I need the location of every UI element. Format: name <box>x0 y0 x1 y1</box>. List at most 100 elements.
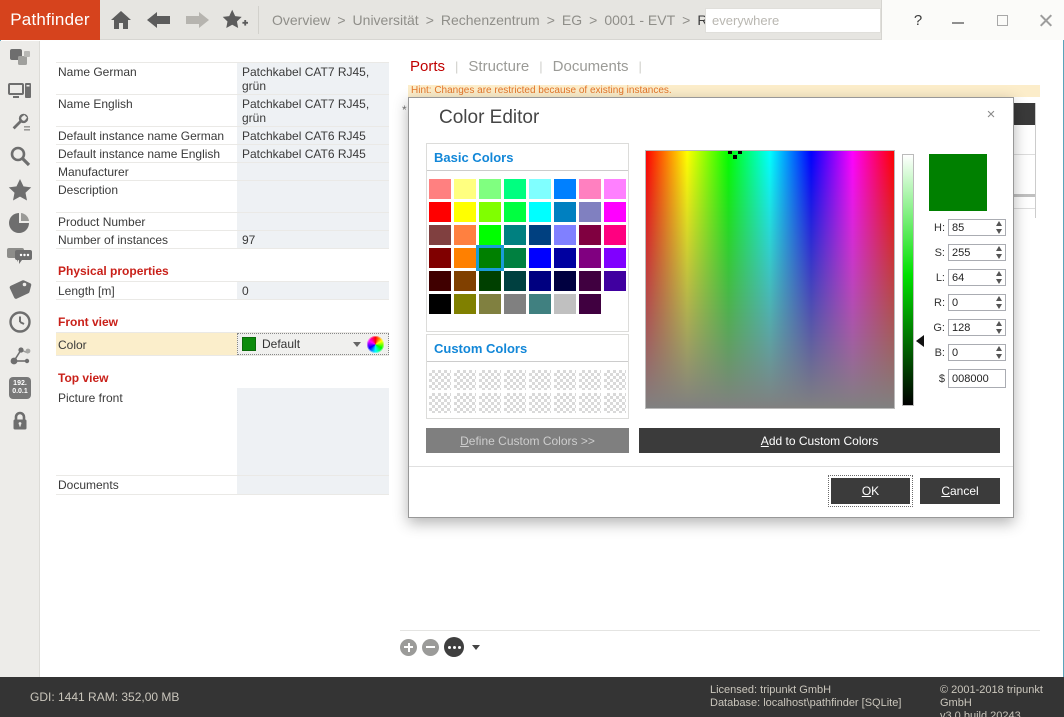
basic-color-swatch[interactable] <box>554 248 576 268</box>
spinner-buttons[interactable] <box>994 321 1004 334</box>
basic-color-swatch[interactable] <box>479 225 501 245</box>
basic-color-swatch[interactable] <box>579 294 601 314</box>
basic-color-swatch[interactable] <box>504 202 526 222</box>
sidebar-item-tools[interactable] <box>0 107 40 140</box>
custom-color-swatch[interactable] <box>604 393 626 413</box>
basic-color-swatch[interactable] <box>429 271 451 291</box>
spinner-buttons[interactable] <box>994 221 1004 234</box>
basic-color-swatch[interactable] <box>504 225 526 245</box>
luminance-marker-icon[interactable] <box>916 335 924 347</box>
sidebar-item-comments[interactable] <box>0 239 40 272</box>
sidebar-item-favorites[interactable] <box>0 173 40 206</box>
basic-color-swatch[interactable] <box>554 179 576 199</box>
hue-saturation-field[interactable] <box>645 150 895 409</box>
spin-up-icon[interactable] <box>996 346 1002 351</box>
basic-color-swatch[interactable] <box>529 179 551 199</box>
basic-color-swatch[interactable] <box>604 271 626 291</box>
custom-color-swatch[interactable] <box>554 370 576 390</box>
tab-documents[interactable]: Documents <box>553 58 629 75</box>
basic-color-swatch[interactable] <box>554 294 576 314</box>
breadcrumb-item[interactable]: Universität <box>353 12 419 28</box>
custom-color-swatch[interactable] <box>504 393 526 413</box>
basic-color-swatch[interactable] <box>604 202 626 222</box>
custom-color-swatch[interactable] <box>529 370 551 390</box>
basic-color-swatch[interactable] <box>454 179 476 199</box>
spin-down-icon[interactable] <box>996 229 1002 234</box>
spin-down-icon[interactable] <box>996 279 1002 284</box>
property-value[interactable] <box>237 163 389 180</box>
custom-color-swatch[interactable] <box>604 370 626 390</box>
property-value[interactable]: 97 <box>237 231 389 248</box>
sidebar-item-search[interactable] <box>0 140 40 173</box>
basic-color-swatch[interactable] <box>479 294 501 314</box>
hex-input[interactable] <box>949 370 1005 387</box>
basic-color-swatch[interactable] <box>454 248 476 268</box>
custom-color-swatch[interactable] <box>479 370 501 390</box>
custom-color-swatch[interactable] <box>454 393 476 413</box>
sidebar-item-ip-addresses[interactable]: 192.0.0.1 <box>0 371 40 404</box>
basic-color-swatch[interactable] <box>604 248 626 268</box>
breadcrumb-item[interactable]: EG <box>562 12 582 28</box>
spin-up-icon[interactable] <box>996 296 1002 301</box>
green-input[interactable] <box>949 320 994 335</box>
sidebar-item-tags[interactable] <box>0 272 40 305</box>
property-value[interactable] <box>237 181 389 212</box>
maximize-button[interactable] <box>984 0 1020 40</box>
basic-color-swatch[interactable] <box>554 202 576 222</box>
spin-down-icon[interactable] <box>996 304 1002 309</box>
help-button[interactable]: ? <box>900 0 936 40</box>
color-picker-crosshair[interactable] <box>728 150 742 159</box>
custom-color-swatch[interactable] <box>579 393 601 413</box>
property-value[interactable] <box>237 213 389 230</box>
basic-color-swatch[interactable] <box>429 225 451 245</box>
close-window-button[interactable] <box>1028 0 1064 40</box>
basic-color-swatch[interactable] <box>554 271 576 291</box>
basic-color-swatch[interactable] <box>529 225 551 245</box>
property-value[interactable]: Patchkabel CAT6 RJ45 <box>237 145 389 162</box>
home-button[interactable] <box>108 8 134 32</box>
documents-value[interactable] <box>237 476 389 494</box>
basic-color-swatch[interactable] <box>579 225 601 245</box>
property-value[interactable]: 0 <box>237 282 389 299</box>
basic-color-swatch[interactable] <box>504 179 526 199</box>
sidebar-item-reports[interactable] <box>0 206 40 239</box>
define-custom-colors-button[interactable]: Define Custom Colors >> <box>426 428 629 453</box>
property-value[interactable]: Patchkabel CAT6 RJ45 <box>237 127 389 144</box>
custom-color-swatch[interactable] <box>529 393 551 413</box>
basic-color-swatch[interactable] <box>504 294 526 314</box>
property-value[interactable]: Patchkabel CAT7 RJ45, grün <box>237 95 389 126</box>
add-favorite-button[interactable] <box>222 8 248 32</box>
basic-color-swatch[interactable] <box>479 202 501 222</box>
basic-color-swatch[interactable] <box>554 225 576 245</box>
breadcrumb-item[interactable]: 0001 - EVT <box>604 12 675 28</box>
red-input[interactable] <box>949 295 994 310</box>
ok-button[interactable]: OK <box>831 478 910 504</box>
sidebar-item-permissions[interactable] <box>0 404 40 437</box>
cancel-button[interactable]: Cancel <box>920 478 1000 504</box>
spin-up-icon[interactable] <box>996 246 1002 251</box>
spin-down-icon[interactable] <box>996 254 1002 259</box>
blue-input[interactable] <box>949 345 994 360</box>
basic-color-swatch[interactable] <box>529 202 551 222</box>
sidebar-item-devices[interactable] <box>0 74 40 107</box>
basic-color-swatch[interactable] <box>529 248 551 268</box>
basic-color-swatch[interactable] <box>479 248 501 268</box>
luminance-input[interactable] <box>949 270 994 285</box>
custom-color-swatch[interactable] <box>429 370 451 390</box>
custom-color-swatch[interactable] <box>454 370 476 390</box>
basic-color-swatch[interactable] <box>579 271 601 291</box>
property-value[interactable]: Patchkabel CAT7 RJ45, grün <box>237 63 389 94</box>
back-button[interactable] <box>146 8 172 32</box>
basic-color-swatch[interactable] <box>504 248 526 268</box>
basic-color-swatch[interactable] <box>529 271 551 291</box>
basic-color-swatch[interactable] <box>604 225 626 245</box>
spin-up-icon[interactable] <box>996 321 1002 326</box>
basic-color-swatch[interactable] <box>479 271 501 291</box>
dialog-close-button[interactable]: × <box>981 106 1001 123</box>
breadcrumb-item[interactable]: Overview <box>272 12 330 28</box>
spinner-buttons[interactable] <box>994 346 1004 359</box>
basic-color-swatch[interactable] <box>579 202 601 222</box>
picture-front-dropzone[interactable] <box>237 388 389 475</box>
basic-color-swatch[interactable] <box>429 202 451 222</box>
search-input[interactable] <box>706 13 894 28</box>
